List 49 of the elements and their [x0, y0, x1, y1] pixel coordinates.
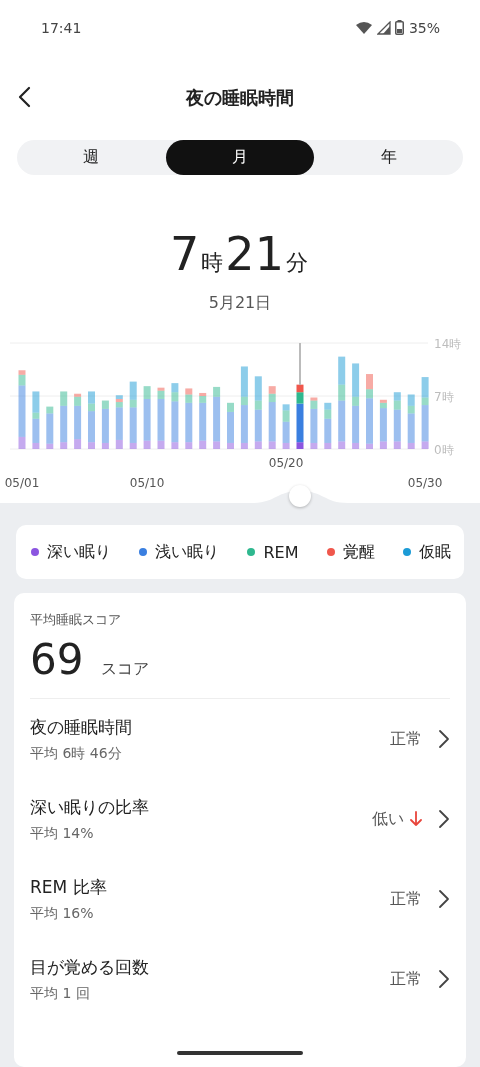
- chevron-right-icon: [438, 969, 450, 989]
- slider-handle[interactable]: [289, 485, 311, 507]
- selected-date: 5月21日: [207, 293, 273, 314]
- axis-label: 0時: [434, 443, 454, 457]
- metric-status: 正常: [390, 968, 422, 990]
- legend-label: 覚醒: [342, 541, 375, 563]
- metric-average: 平均 1 回: [30, 984, 91, 1003]
- home-indicator[interactable]: [177, 1051, 303, 1055]
- chevron-right-icon: [438, 729, 450, 749]
- metric-average: 平均 14%: [30, 824, 95, 843]
- metric-title: 目が覚める回数: [30, 955, 149, 979]
- axis-label: 14時: [434, 337, 462, 351]
- metric-title: REM 比率: [30, 875, 107, 899]
- score-value: 69: [30, 635, 84, 684]
- period-tab[interactable]: 年: [314, 140, 463, 175]
- page-title: 夜の睡眠時間: [186, 85, 294, 110]
- metric-title: 夜の睡眠時間: [30, 715, 132, 739]
- legend-label: 深い眠り: [47, 541, 111, 563]
- chevron-right-icon: [438, 889, 450, 909]
- score-unit: スコア: [101, 659, 150, 680]
- metric-title: 深い眠りの比率: [30, 795, 149, 819]
- sleep-duration: 7 時 21 分: [169, 227, 309, 283]
- axis-label: 05/20: [268, 456, 304, 470]
- wifi-icon: [354, 20, 373, 35]
- cursor-line: [299, 343, 301, 385]
- axis-label: 05/30: [407, 476, 443, 490]
- period-tab[interactable]: 週: [17, 140, 166, 175]
- legend-label: REM: [263, 542, 299, 562]
- signal-icon: [376, 20, 391, 35]
- clock-time: 17:41: [41, 19, 82, 36]
- metric-row[interactable]: 深い眠りの比率 平均 14% 低い: [30, 779, 450, 859]
- period-tab[interactable]: 月: [165, 140, 315, 175]
- metric-status: 低い: [372, 808, 404, 830]
- metric-status: 正常: [390, 888, 422, 910]
- chevron-right-icon: [438, 809, 450, 829]
- legend-label: 仮眠: [418, 541, 451, 563]
- metric-average: 平均 6時 46分: [30, 744, 123, 763]
- metric-row[interactable]: 目が覚める回数 平均 1 回 正常: [30, 939, 450, 1019]
- axis-label: 7時: [434, 390, 454, 404]
- battery-percent: 35%: [408, 19, 440, 36]
- card-label: 平均睡眠スコア: [30, 611, 122, 629]
- axis-label: 05/10: [129, 476, 165, 490]
- metric-row[interactable]: 夜の睡眠時間 平均 6時 46分 正常: [30, 699, 450, 779]
- axis-label: 05/01: [4, 476, 40, 490]
- metric-status: 正常: [390, 728, 422, 750]
- metric-average: 平均 16%: [30, 904, 95, 923]
- battery-icon: [394, 20, 404, 35]
- legend-label: 浅い眠り: [155, 541, 220, 563]
- metric-row[interactable]: REM 比率 平均 16% 正常: [30, 859, 450, 939]
